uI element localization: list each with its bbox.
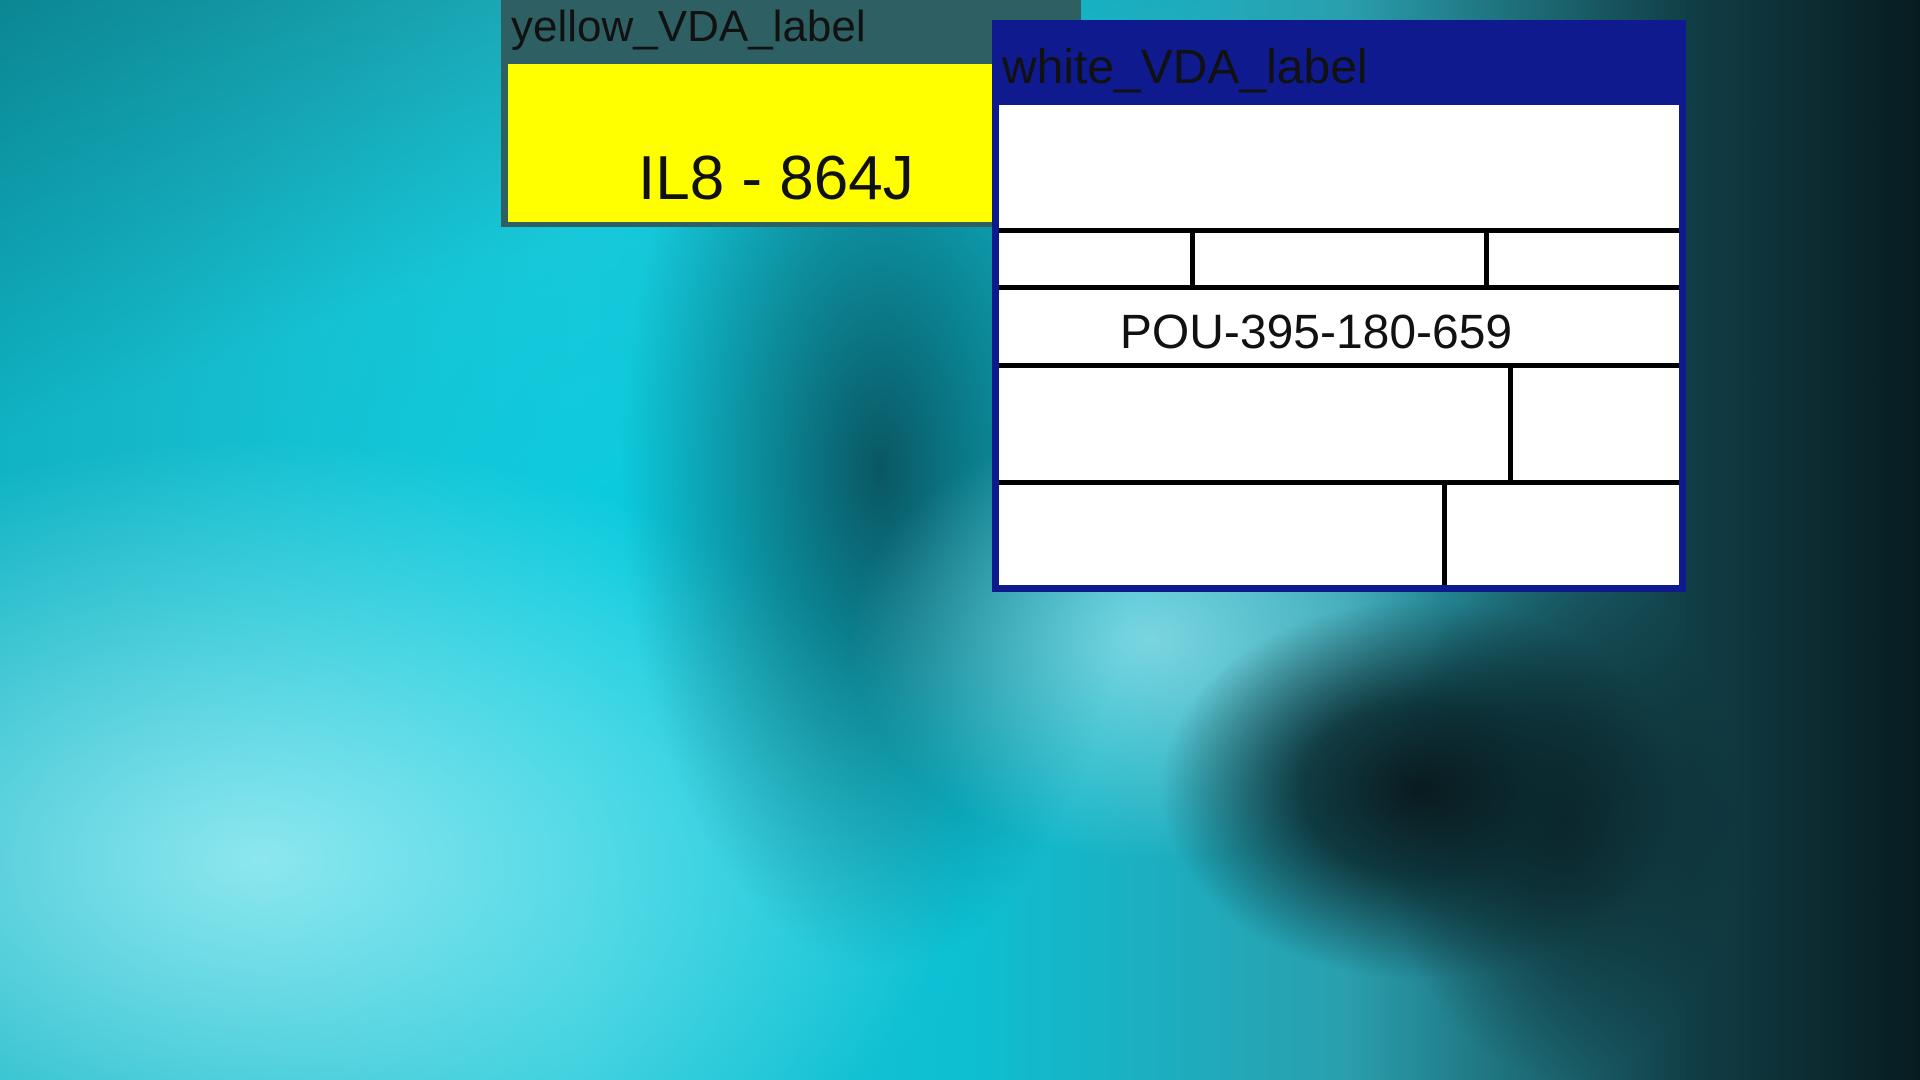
window-title: yellow_VDA_label xyxy=(511,2,866,51)
label-divider xyxy=(999,285,1679,290)
label-divider xyxy=(1442,485,1447,585)
label-number: POU-395-180-659 xyxy=(1119,306,1513,359)
label-divider xyxy=(999,363,1679,368)
white-vda-label-window[interactable]: white_VDA_label POU-395-180-659 xyxy=(992,20,1686,592)
label-divider xyxy=(1508,368,1513,480)
white-label-sheet: POU-395-180-659 xyxy=(999,105,1679,585)
label-divider xyxy=(1190,233,1195,285)
label-divider xyxy=(999,480,1679,485)
label-divider xyxy=(1484,233,1489,285)
label-divider xyxy=(999,228,1679,233)
label-code: IL8 - 864J xyxy=(638,144,914,213)
window-title: white_VDA_label xyxy=(1002,41,1368,94)
yellow-label-panel: IL8 - 864J xyxy=(508,64,1074,222)
